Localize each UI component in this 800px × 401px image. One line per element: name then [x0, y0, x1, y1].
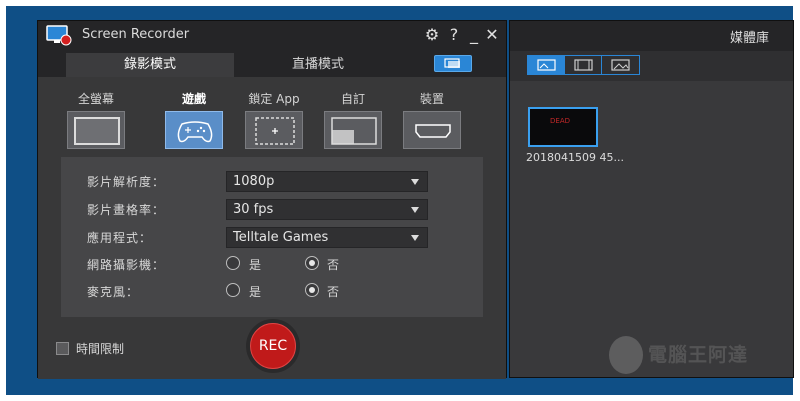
resolution-row: 影片解析度： 1080p: [61, 171, 483, 193]
webcam-yes-label: 是: [249, 258, 262, 272]
help-button[interactable]: ?: [444, 24, 464, 46]
chevron-down-icon: [411, 235, 419, 241]
fullscreen-icon: [67, 111, 125, 149]
mode-lock-app-label: 鎖定 App: [248, 92, 300, 106]
mode-device[interactable]: 裝置: [402, 91, 462, 149]
application-value: Telltale Games: [233, 230, 329, 245]
film-strip-icon[interactable]: [565, 56, 602, 74]
resolution-dropdown[interactable]: 1080p: [226, 171, 428, 192]
resolution-value: 1080p: [233, 174, 275, 189]
display-toggle-button[interactable]: [434, 55, 472, 72]
gear-icon[interactable]: ⚙: [422, 24, 442, 46]
mode-custom[interactable]: 自訂: [323, 91, 383, 149]
webcam-no-label: 否: [327, 258, 340, 272]
resolution-label: 影片解析度：: [87, 175, 166, 189]
media-filter-group: [527, 55, 640, 75]
minimize-button[interactable]: _: [464, 24, 484, 46]
mode-fullscreen[interactable]: 全螢幕: [66, 91, 126, 149]
watermark-text: 電腦王阿達: [648, 344, 749, 366]
mode-device-label: 裝置: [419, 92, 444, 106]
time-limit-label: 時間限制: [76, 342, 125, 356]
application-row: 應用程式： Telltale Games: [61, 227, 483, 249]
chevron-down-icon: [411, 207, 419, 213]
media-library-title: 媒體庫: [729, 31, 769, 46]
video-library-icon[interactable]: [528, 56, 565, 74]
microphone-label: 麥克風：: [87, 285, 140, 299]
media-library-title-bar: 媒體庫: [510, 21, 793, 51]
microphone-no-radio[interactable]: [305, 283, 319, 297]
microphone-no-label: 否: [327, 285, 340, 299]
title-bar: Screen Recorder ⚙ ? _ ✕: [38, 21, 506, 51]
tab-record-mode[interactable]: 錄影模式: [66, 53, 234, 77]
app-logo-icon: [46, 25, 72, 46]
custom-region-icon: [324, 111, 382, 149]
time-limit-checkbox[interactable]: [56, 342, 69, 355]
framerate-label: 影片畫格率：: [87, 203, 166, 217]
media-toolbar: [510, 51, 793, 81]
recording-settings: 影片解析度： 1080p 影片畫格率： 30 fps 應用程式： Telltal…: [61, 157, 483, 317]
image-icon[interactable]: [602, 56, 639, 74]
media-library-window: 媒體庫 DEAD 2018041509 45...: [509, 20, 794, 378]
thumbnail-caption: DEAD: [550, 117, 570, 125]
mode-game-label: 遊戲: [181, 92, 206, 106]
mode-custom-label: 自訂: [340, 92, 365, 106]
framerate-row: 影片畫格率： 30 fps: [61, 199, 483, 221]
application-label: 應用程式：: [87, 231, 153, 245]
gamepad-icon: [165, 111, 223, 149]
app-title: Screen Recorder: [82, 27, 190, 42]
chevron-down-icon: [411, 179, 419, 185]
application-dropdown[interactable]: Telltale Games: [226, 227, 428, 248]
webcam-yes-radio[interactable]: [226, 256, 240, 270]
framerate-dropdown[interactable]: 30 fps: [226, 199, 428, 220]
framerate-value: 30 fps: [233, 202, 274, 217]
microphone-yes-radio[interactable]: [226, 283, 240, 297]
rec-button[interactable]: REC: [250, 323, 296, 369]
close-button[interactable]: ✕: [482, 24, 502, 46]
microphone-yes-label: 是: [249, 285, 262, 299]
hdmi-device-icon: [403, 111, 461, 149]
webcam-row: 網路攝影機： 是 否: [61, 254, 483, 276]
lock-app-icon: [245, 111, 303, 149]
media-thumbnail[interactable]: DEAD: [528, 107, 598, 147]
microphone-row: 麥克風： 是 否: [61, 281, 483, 303]
webcam-label: 網路攝影機：: [87, 258, 166, 272]
webcam-no-radio[interactable]: [305, 256, 319, 270]
mode-fullscreen-label: 全螢幕: [77, 92, 114, 106]
media-item-filename: 2018041509 45...: [526, 151, 624, 164]
screen-recorder-window: Screen Recorder ⚙ ? _ ✕ 錄影模式 直播模式 全螢幕 遊戲: [37, 20, 507, 379]
mode-game[interactable]: 遊戲: [164, 91, 224, 149]
mode-lock-app[interactable]: 鎖定 App: [244, 91, 304, 149]
tab-live-mode[interactable]: 直播模式: [234, 53, 402, 77]
watermark-mascot-icon: [609, 336, 643, 374]
mode-tabs: 錄影模式 直播模式: [38, 51, 506, 77]
